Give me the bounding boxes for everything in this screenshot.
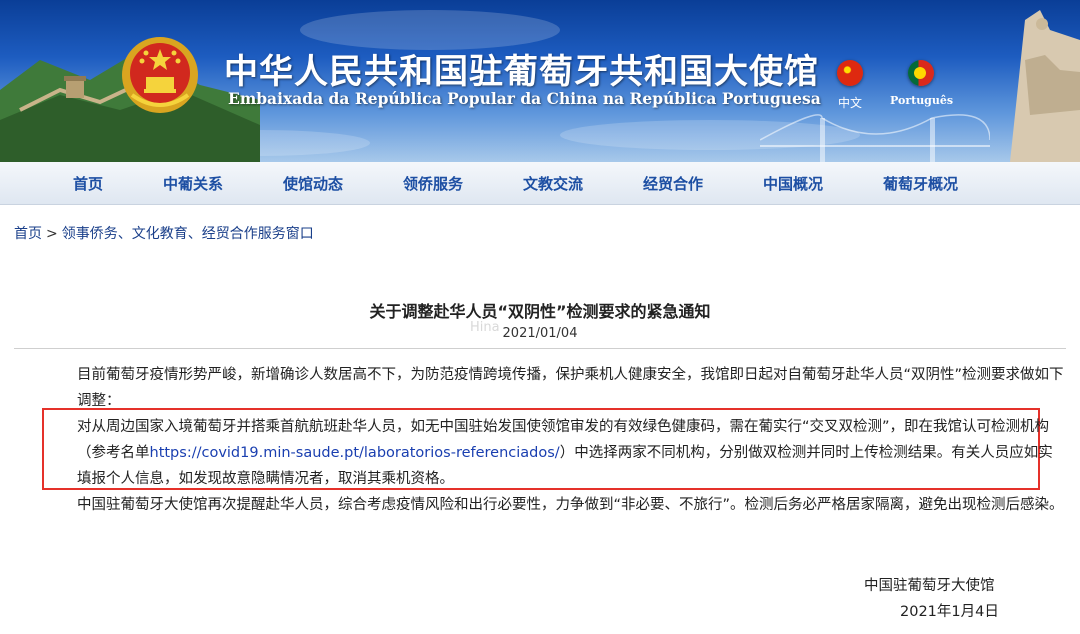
site-title-chinese: 中华人民共和国驻葡萄牙共和国大使馆 <box>224 52 819 92</box>
signature-date: 2021年1月4日 <box>900 604 999 620</box>
paragraph-intro: 目前葡萄牙疫情形势严峻，新增确诊人数居高不下，为防范疫情跨境传播，保护乘机人健康… <box>77 367 1064 409</box>
nav-item-economy[interactable]: 经贸合作 <box>643 173 703 194</box>
china-flag-icon <box>837 60 863 86</box>
article-date: 2021/01/04 <box>502 326 578 341</box>
portugal-flag-icon <box>908 60 934 86</box>
header-banner: 中华人民共和国驻葡萄牙共和国大使馆 Embaixada da República… <box>0 0 1080 162</box>
monument-silhouette <box>1010 10 1080 162</box>
title-divider <box>14 348 1066 349</box>
nav-item-portugal-overview[interactable]: 葡萄牙概况 <box>883 173 958 194</box>
national-emblem-icon <box>122 37 198 113</box>
signature-organization: 中国驻葡萄牙大使馆 <box>864 578 995 594</box>
paragraph-reminder: 中国驻葡萄牙大使馆再次提醒赴华人员，综合考虑疫情风险和出行必要性，力争做到“非必… <box>77 497 1064 513</box>
main-nav: 首页 中葡关系 使馆动态 领侨服务 文教交流 经贸合作 中国概况 葡萄牙概况 <box>0 162 1080 205</box>
article-title: 关于调整赴华人员“双阴性”检测要求的紧急通知 <box>369 302 711 321</box>
site-title-portuguese: Embaixada da República Popular da China … <box>228 89 821 108</box>
lab-list-link[interactable]: https://covid19.min-saude.pt/laboratorio… <box>150 445 560 461</box>
nav-item-relations[interactable]: 中葡关系 <box>163 173 223 194</box>
breadcrumb-separator: > <box>46 226 58 242</box>
nav-item-embassy-news[interactable]: 使馆动态 <box>283 173 343 194</box>
nav-item-culture[interactable]: 文教交流 <box>523 173 583 194</box>
paragraph-cross-testing: 对从周边国家入境葡萄牙并搭乘首航航班赴华人员，如无中国驻始发国使领馆审发的有效绿… <box>48 414 1067 492</box>
bridge-silhouette <box>760 114 990 162</box>
nav-item-home[interactable]: 首页 <box>73 173 103 194</box>
nav-item-china-overview[interactable]: 中国概况 <box>763 173 823 194</box>
nav-item-consular[interactable]: 领侨服务 <box>403 173 463 194</box>
language-chinese-button[interactable]: 中文 <box>832 60 868 111</box>
language-portuguese-button[interactable]: Português <box>890 60 954 107</box>
language-portuguese-label: Português <box>890 94 954 107</box>
breadcrumb: 首页 > 领事侨务、文化教育、经贸合作服务窗口 <box>14 223 314 243</box>
breadcrumb-current-link[interactable]: 领事侨务、文化教育、经贸合作服务窗口 <box>62 226 314 242</box>
language-chinese-label: 中文 <box>837 96 862 110</box>
breadcrumb-home-link[interactable]: 首页 <box>14 226 42 242</box>
